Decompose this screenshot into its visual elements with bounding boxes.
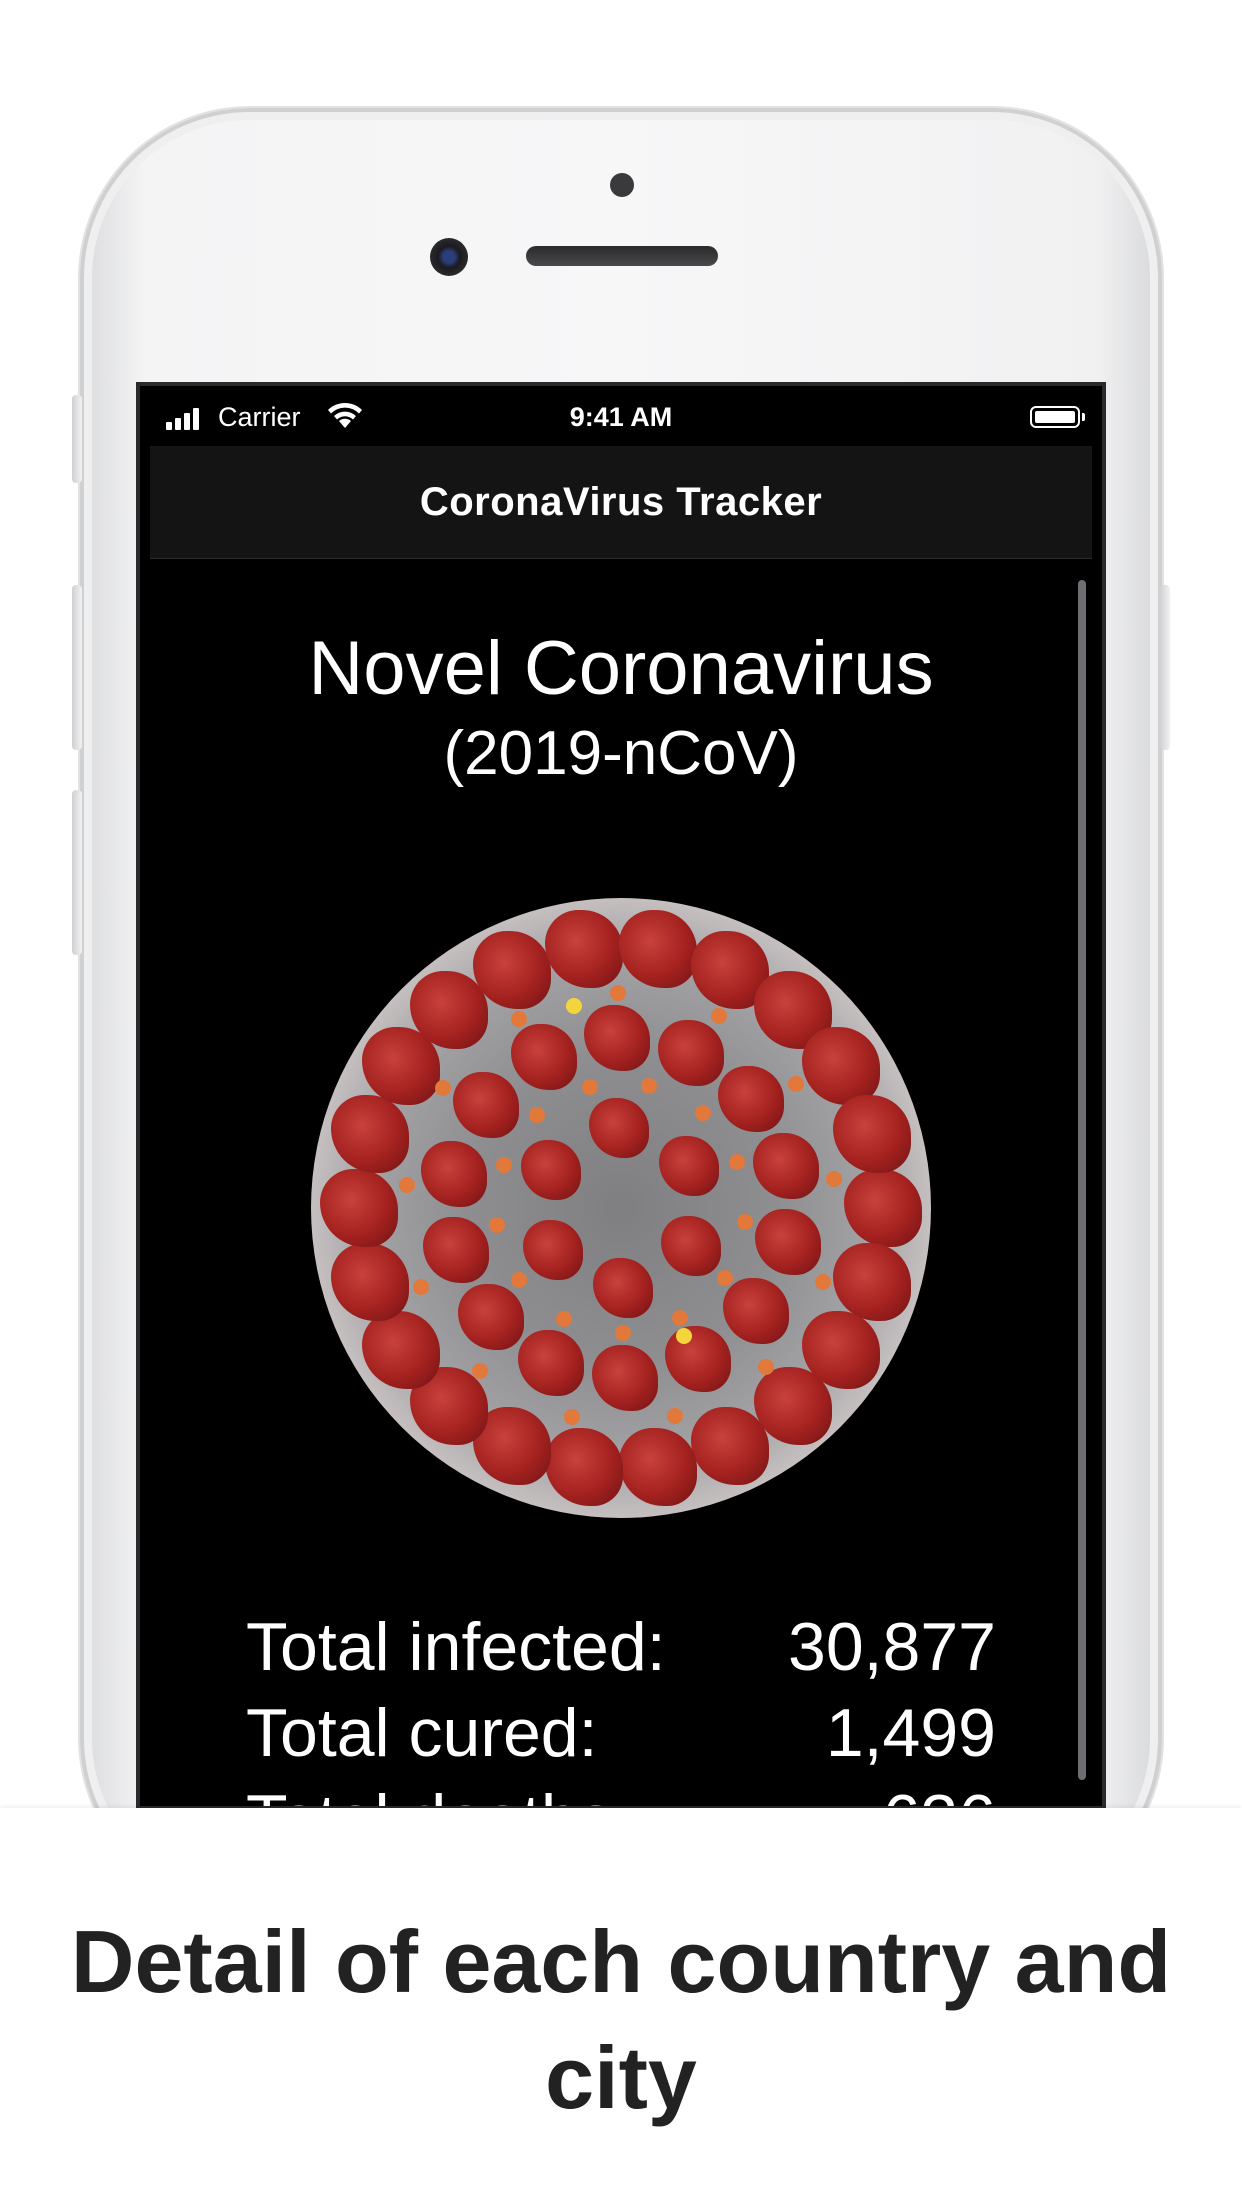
stat-label: Total deaths: <box>246 1780 632 1806</box>
virus-spike <box>330 1242 409 1321</box>
virus-spike <box>320 1169 398 1247</box>
virus-spike <box>592 1344 659 1411</box>
virus-protein-dot <box>757 1359 774 1376</box>
virus-spike <box>522 1219 583 1280</box>
virus-spike <box>661 1216 722 1277</box>
virus-protein-dot <box>672 1309 689 1326</box>
proximity-sensor <box>610 173 634 197</box>
virus-spike <box>844 1169 922 1247</box>
virus-spike <box>544 1428 623 1507</box>
virus-spike <box>457 1284 524 1351</box>
virus-protein-dot <box>434 1080 451 1097</box>
virus-spike <box>583 1005 650 1072</box>
stat-value: 636 <box>883 1780 996 1806</box>
virus-spike <box>423 1216 490 1283</box>
virus-protein-dot <box>614 1324 631 1341</box>
virus-spike <box>517 1329 584 1396</box>
front-camera <box>430 238 468 276</box>
virus-protein-dot <box>694 1105 711 1122</box>
feature-caption: Detail of each country and city <box>70 1912 1172 2127</box>
virus-spike <box>659 1136 720 1197</box>
caption-panel: Detail of each country and city <box>0 1808 1242 2208</box>
stat-row-deaths: Total deaths: 636 <box>246 1780 996 1806</box>
virus-protein-dot <box>826 1171 843 1188</box>
stat-label: Total cured: <box>246 1695 598 1771</box>
virus-spike <box>690 1407 769 1486</box>
virus-protein-dot <box>676 1328 692 1344</box>
virus-protein-dot <box>667 1408 684 1425</box>
battery-icon <box>1030 406 1085 428</box>
virus-spike <box>619 909 698 988</box>
virus-spike <box>619 1428 698 1507</box>
virus-spike <box>718 1065 785 1132</box>
virus-protein-dot <box>610 985 627 1002</box>
virus-protein-dot <box>472 1362 489 1379</box>
coronavirus-image <box>311 898 931 1518</box>
virus-protein-dot <box>710 1008 727 1025</box>
virus-spike <box>544 909 623 988</box>
virus-spike <box>510 1023 577 1090</box>
stat-value: 1,499 <box>825 1695 996 1771</box>
virus-spike <box>658 1020 724 1087</box>
virus-spike <box>833 1095 912 1174</box>
virus-protein-dot <box>737 1213 754 1230</box>
stat-value: 30,877 <box>788 1609 996 1685</box>
virus-protein-dot <box>581 1079 598 1095</box>
detail-content[interactable]: Novel Coronavirus (2019-nCoV) Total infe… <box>140 558 1102 1806</box>
virus-protein-dot <box>564 1409 581 1426</box>
virus-protein-dot <box>566 998 582 1014</box>
virus-protein-dot <box>729 1154 746 1171</box>
virus-protein-dot <box>489 1216 506 1233</box>
virus-spike <box>802 1027 881 1106</box>
virus-protein-dot <box>412 1278 429 1295</box>
virus-protein-dot <box>716 1269 733 1286</box>
navigation-bar: CoronaVirus Tracker <box>150 446 1092 559</box>
status-time: 9:41 AM <box>569 402 673 432</box>
nav-title: CoronaVirus Tracker <box>419 479 823 524</box>
virus-spike <box>421 1141 488 1208</box>
virus-protein-dot <box>399 1176 416 1193</box>
virus-spike <box>723 1277 790 1344</box>
virus-protein-dot <box>511 1272 528 1289</box>
virus-spike <box>833 1242 912 1321</box>
virus-spike <box>592 1257 653 1318</box>
virus-spike <box>330 1095 409 1174</box>
virus-protein-dot <box>556 1311 573 1328</box>
virus-spike <box>452 1072 519 1139</box>
virus-protein-dot <box>528 1107 545 1124</box>
virus-spike <box>589 1098 650 1159</box>
virus-protein-dot <box>641 1078 658 1095</box>
virus-spike <box>361 1310 440 1389</box>
virus-subheadline: (2019-nCoV) <box>443 719 799 788</box>
virus-spike <box>754 1208 821 1275</box>
volume-down-button <box>72 790 82 955</box>
virus-protein-dot <box>495 1157 512 1174</box>
volume-up-button <box>72 585 82 750</box>
stats-list: Total infected: 30,877 Total cured: 1,49… <box>246 1608 996 1806</box>
virus-headline: Novel Coronavirus <box>308 626 934 711</box>
virus-spike <box>520 1139 581 1200</box>
earpiece-speaker <box>526 246 718 266</box>
stat-label: Total infected: <box>246 1609 666 1685</box>
status-bar: Carrier 9:41 AM <box>140 386 1102 446</box>
phone-screen: Carrier 9:41 AM CoronaVirus Tracker Nove… <box>140 386 1102 1806</box>
virus-protein-dot <box>510 1010 527 1027</box>
stat-row-cured: Total cured: 1,499 <box>246 1694 996 1780</box>
mute-switch <box>72 395 82 483</box>
stat-row-infected: Total infected: 30,877 <box>246 1608 996 1694</box>
virus-spike <box>752 1133 819 1200</box>
power-button <box>1160 585 1170 750</box>
virus-protein-dot <box>788 1075 805 1092</box>
virus-protein-dot <box>814 1273 831 1290</box>
